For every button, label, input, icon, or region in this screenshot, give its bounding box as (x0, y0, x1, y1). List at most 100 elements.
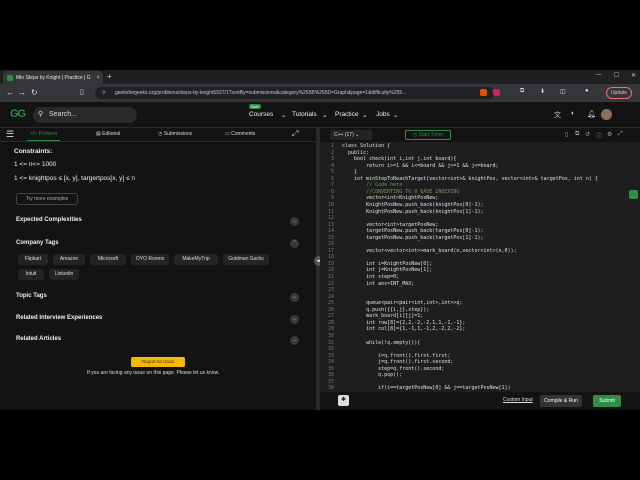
line-number: 2 (330, 149, 334, 156)
code-line: while(!q.empty()){ (342, 339, 421, 346)
nav-jobs-chevron-icon[interactable]: ⌄ (393, 111, 398, 119)
download-icon[interactable]: ⬇ (540, 88, 545, 95)
code-line: return i>=1 && i<=board && j>=1 && j<=bo… (342, 162, 499, 169)
chevron-up-icon[interactable]: ⌃ (290, 239, 299, 248)
nav-practice-chevron-icon[interactable]: ⌄ (362, 111, 367, 119)
split-icon[interactable]: ◫ (560, 88, 566, 95)
line-number: 27 (327, 313, 334, 320)
company-chip[interactable]: Microsoft (90, 254, 126, 265)
info-icon[interactable]: ⓘ (596, 131, 602, 140)
problem-panel: Constraints: 1 <= n<= 1000 1 <= knightpo… (0, 142, 316, 410)
bookmark-icon[interactable]: ▯ (80, 88, 84, 96)
back-icon[interactable]: ← (6, 88, 14, 97)
line-number: 12 (327, 215, 334, 222)
tab-title: Min Steps by Knight | Practice | G (16, 74, 91, 81)
url-field[interactable]: ⚲ geeksforgeeks.org/problems/steps-by-kn… (95, 87, 495, 99)
line-number: 37 (327, 378, 334, 385)
chevron-down-icon[interactable]: ⌄ (290, 293, 299, 302)
expand-icon[interactable]: ⤢ (292, 129, 298, 139)
fullscreen-icon[interactable]: ⤢ (618, 131, 623, 138)
line-number: 19 (327, 260, 334, 267)
line-number: 14 (327, 228, 334, 235)
extension-icon[interactable] (480, 89, 487, 96)
line-number: 26 (327, 306, 334, 313)
settings-icon[interactable]: ⚙ (607, 131, 612, 138)
company-chip[interactable]: Linkedin (49, 269, 79, 280)
submit-button[interactable]: Submit (593, 395, 621, 407)
report-issue-button[interactable]: Report An Issue (131, 357, 185, 367)
company-chip[interactable]: Flipkart (18, 254, 48, 265)
site-info-icon[interactable]: ⚲ (102, 87, 106, 99)
browser-window: Min Steps by Knight | Practice | G × + —… (0, 70, 640, 410)
nav-courses[interactable]: Courses (249, 111, 273, 118)
line-number: 38 (327, 385, 334, 392)
nav-jobs[interactable]: Jobs (376, 111, 390, 118)
copy-icon[interactable]: ⧉ (575, 131, 579, 138)
company-chip[interactable]: MakeMyTrip (174, 254, 218, 265)
search-box[interactable]: ⚲ Search... (33, 107, 137, 123)
nav-tutorials[interactable]: Tutorials (292, 111, 317, 118)
related-articles-heading[interactable]: Related Articles (16, 336, 61, 342)
bug-icon[interactable]: ✱ (338, 395, 349, 406)
nav-tutorials-chevron-icon[interactable]: ⌄ (322, 111, 327, 119)
topic-tags-heading[interactable]: Topic Tags (16, 293, 47, 299)
code-line: bool check(int i,int j,int board){ (342, 156, 457, 163)
reload-icon[interactable]: ↻ (31, 88, 38, 97)
maximize-icon[interactable]: ☐ (614, 72, 619, 79)
company-chip[interactable]: Intuit (18, 269, 44, 280)
custom-input-link[interactable]: Custom Input (503, 397, 533, 403)
update-button[interactable]: Update (606, 87, 632, 99)
line-number: 3 (330, 156, 334, 163)
chevron-down-icon[interactable]: ⌄ (290, 217, 299, 226)
chevron-down-icon[interactable]: ⌄ (290, 315, 299, 324)
line-number: 8 (330, 188, 334, 195)
close-tab-icon[interactable]: × (96, 75, 100, 81)
line-number: 31 (327, 339, 334, 346)
chevron-down-icon[interactable]: ⌄ (290, 336, 299, 345)
notification-bell-icon[interactable]: 🔔︎ (587, 110, 596, 118)
tab-comments[interactable]: ▭ Comments (225, 131, 255, 137)
translate-icon[interactable]: 文 (554, 110, 561, 120)
tab-submissions[interactable]: ◷ Submissions (158, 131, 192, 137)
try-more-examples-button[interactable]: Try more examples (16, 193, 78, 205)
profile-icon[interactable]: ● (585, 88, 589, 94)
minimize-icon[interactable]: — (596, 72, 602, 79)
expected-complexities-heading[interactable]: Expected Complexities (16, 217, 82, 223)
line-number: 5 (330, 169, 334, 176)
line-number: 35 (327, 365, 334, 372)
language-value: C++ (17) (334, 132, 354, 138)
reset-icon[interactable]: ↺ (585, 131, 590, 138)
nav-courses-chevron-icon[interactable]: ⌄ (281, 111, 286, 119)
close-window-icon[interactable]: ✕ (631, 72, 636, 79)
line-number: 22 (327, 280, 334, 287)
forward-icon[interactable]: → (18, 88, 26, 97)
line-number: 6 (330, 175, 334, 182)
company-tags-heading[interactable]: Company Tags (16, 240, 59, 246)
language-select[interactable]: C++ (17) ⌄ (330, 130, 372, 140)
nav-practice[interactable]: Practice (335, 111, 358, 118)
company-chip[interactable]: OYO Rooms (131, 254, 169, 265)
company-chip[interactable]: Goldman Sachs (223, 254, 269, 265)
start-timer-button[interactable]: ◷ Start Timer (405, 130, 451, 140)
extensions-icon[interactable]: ⧉ (520, 88, 524, 95)
menu-icon[interactable]: ☰ (6, 129, 14, 140)
theme-toggle-icon[interactable]: ◐ (571, 110, 575, 117)
browser-tab[interactable]: Min Steps by Knight | Practice | G × (3, 71, 103, 84)
extension-icon-2[interactable] (493, 89, 500, 96)
new-tab-button[interactable]: + (107, 72, 112, 81)
tab-editorial[interactable]: ▤ Editorial (96, 131, 120, 137)
avatar[interactable] (601, 109, 612, 120)
line-number: 36 (327, 372, 334, 379)
code-editor[interactable]: 1 2 3 4 5 6 7 8 9 10 11 12 13 14 15 16 17 18 19 20 21 22 23 24 2… (320, 142, 625, 392)
gfg-logo[interactable]: GG (10, 108, 26, 120)
compile-run-button[interactable]: Compile & Run (540, 395, 582, 407)
editor-side (625, 142, 640, 392)
tab-problem[interactable]: </> Problem (26, 131, 61, 141)
timer-label: Start Timer (418, 132, 444, 138)
address-bar: ← → ↻ ▯ ⚲ geeksforgeeks.org/problems/ste… (0, 84, 640, 102)
code-line: int step=0; (342, 274, 400, 280)
related-interview-heading[interactable]: Related Interview Experiences (16, 315, 102, 321)
bookmark-icon[interactable]: ▯ (565, 131, 568, 138)
company-chip[interactable]: Amazon (53, 254, 85, 265)
chat-icon[interactable] (629, 190, 638, 199)
